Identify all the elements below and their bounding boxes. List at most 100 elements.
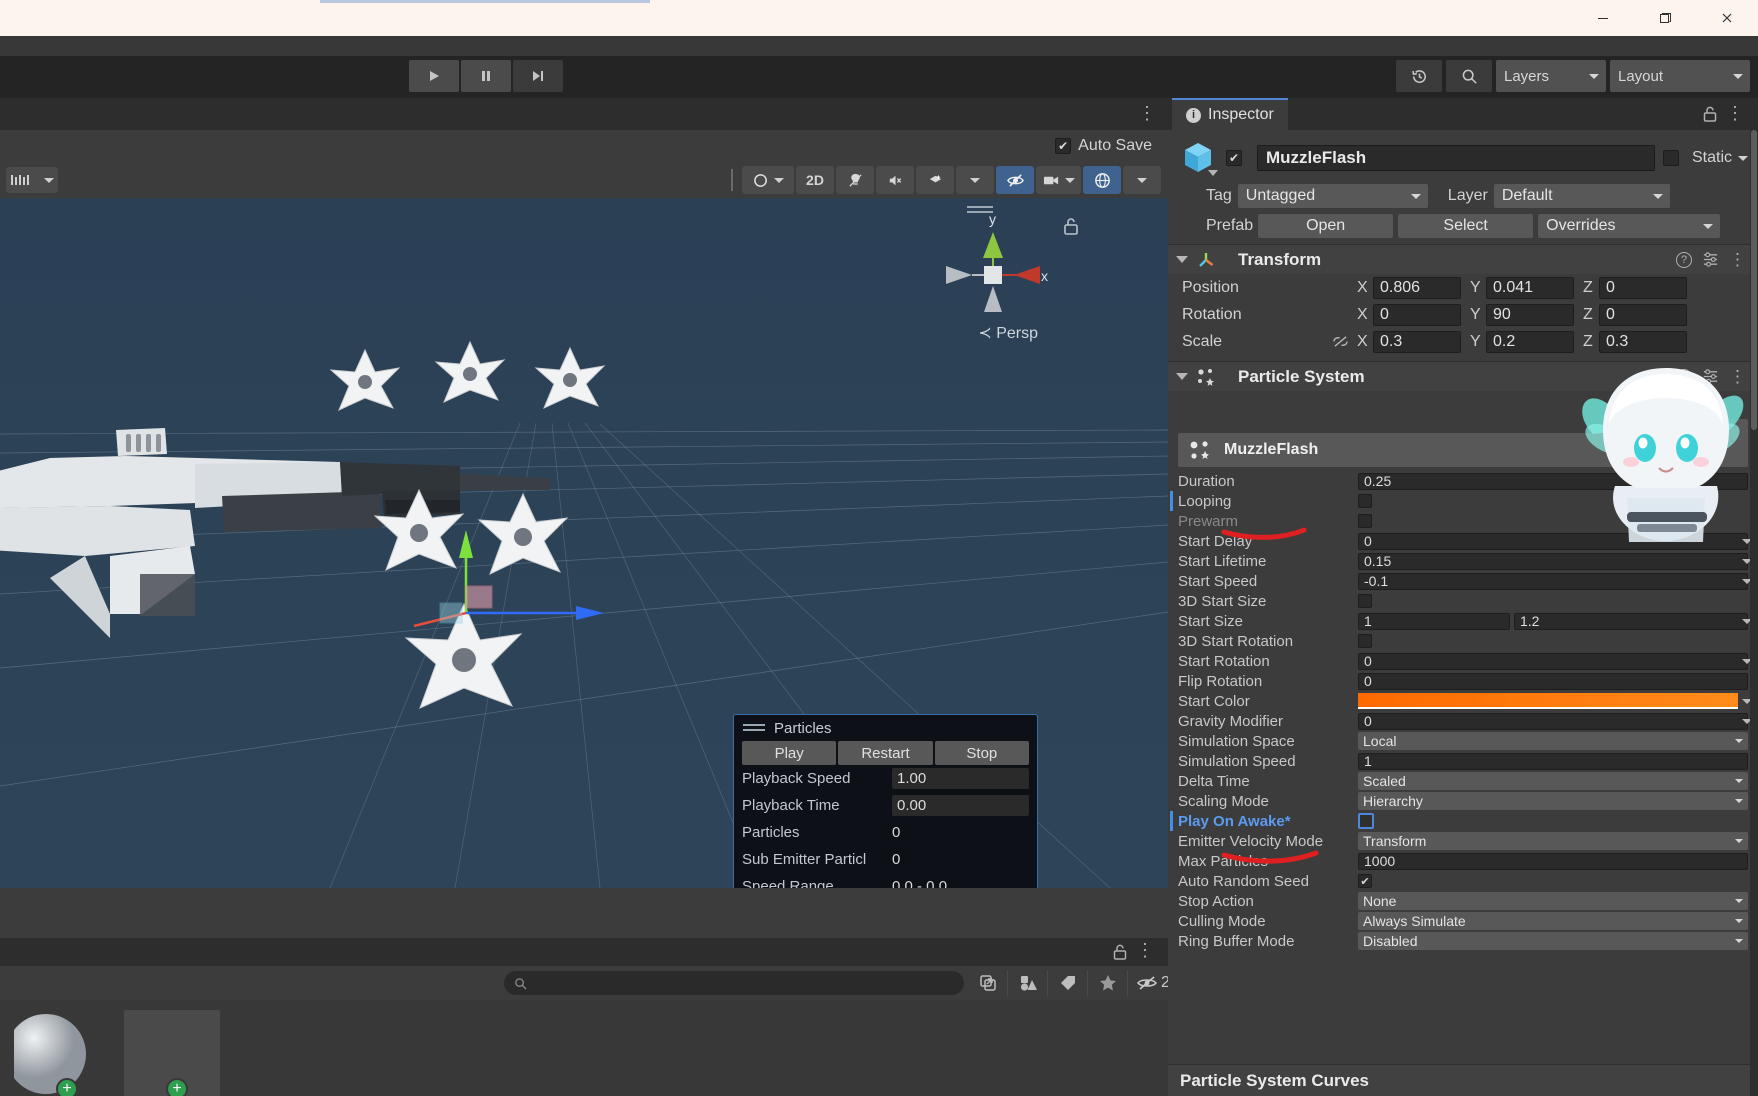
effects-icon[interactable]: [916, 166, 954, 194]
help-icon[interactable]: ?: [1676, 251, 1692, 268]
lighting-icon[interactable]: [836, 166, 874, 194]
particles-restart-button[interactable]: Restart: [838, 741, 933, 765]
static-checkbox[interactable]: [1662, 150, 1679, 166]
ps-input-start-size-min[interactable]: 1: [1358, 612, 1510, 630]
project-search-input[interactable]: [504, 971, 964, 995]
chevron-down-icon[interactable]: [1176, 256, 1188, 263]
gizmos-dropdown[interactable]: [1123, 166, 1161, 194]
particles-overlay-header[interactable]: Particles: [734, 715, 1037, 741]
ps-input-flip-rotation[interactable]: 0: [1358, 672, 1748, 690]
prefab-select-button[interactable]: Select: [1398, 214, 1534, 238]
preset-icon[interactable]: [1702, 251, 1719, 268]
draw-mode-dropdown[interactable]: [742, 166, 794, 194]
effects-dropdown[interactable]: [956, 166, 994, 194]
toggle-2d-button[interactable]: 2D: [796, 166, 834, 194]
chevron-down-icon[interactable]: [1208, 170, 1218, 176]
prefab-overrides-dropdown[interactable]: Overrides: [1538, 214, 1721, 238]
transform-rotation-x-input[interactable]: 0: [1373, 303, 1461, 326]
ps-checkbox-prewarm[interactable]: [1358, 514, 1372, 528]
particles-play-button[interactable]: Play: [742, 741, 837, 765]
ps-input-start-size-max[interactable]: 1.2: [1514, 612, 1748, 630]
ps-dropdown-stop-action[interactable]: None: [1358, 892, 1748, 910]
layer-dropdown[interactable]: Default: [1493, 184, 1670, 208]
ps-input-gravity-modifier[interactable]: 0: [1358, 712, 1748, 730]
inspector-scrollbar[interactable]: [1750, 130, 1758, 1096]
ps-checkbox-3d-start-rotation[interactable]: [1358, 634, 1372, 648]
lock-open-icon[interactable]: [1112, 943, 1128, 961]
transform-scale-x-input[interactable]: 0.3: [1373, 330, 1461, 353]
tag-dropdown[interactable]: Untagged: [1237, 184, 1428, 208]
ps-dropdown-emitter-velocity-mode[interactable]: Transform: [1358, 832, 1748, 850]
scene-visibility-icon[interactable]: [996, 166, 1034, 194]
camera-icon[interactable]: [1036, 166, 1081, 194]
gameobject-name-input[interactable]: MuzzleFlash: [1257, 145, 1655, 171]
gizmos-icon[interactable]: [1083, 166, 1121, 194]
transform-position-y-input[interactable]: 0.041: [1486, 276, 1574, 299]
ps-checkbox-3d-start-size[interactable]: [1358, 594, 1372, 608]
ps-dropdown-simulation-space[interactable]: Local: [1358, 732, 1748, 750]
ps-input-start-speed[interactable]: -0.1: [1358, 572, 1748, 590]
close-button[interactable]: [1696, 0, 1758, 36]
drag-handle-icon[interactable]: [743, 724, 765, 732]
ps-color-swatch-start-color[interactable]: [1358, 693, 1738, 709]
particles-overlay-panel[interactable]: Particles Play Restart Stop Playback Spe…: [733, 714, 1038, 888]
ps-input-max-particles[interactable]: 1000: [1358, 852, 1748, 870]
move-gizmo[interactable]: [380, 428, 640, 628]
transform-position-z-input[interactable]: 0: [1599, 276, 1687, 299]
ps-input-simulation-speed[interactable]: 1: [1358, 752, 1748, 770]
playback-speed-input[interactable]: 1.00: [892, 768, 1029, 789]
asset-item[interactable]: +: [124, 1010, 220, 1096]
history-icon[interactable]: [1396, 60, 1442, 92]
transform-scale-y-input[interactable]: 0.2: [1486, 330, 1574, 353]
ps-checkbox-looping[interactable]: [1358, 494, 1372, 508]
transform-rotation-z-input[interactable]: 0: [1599, 303, 1687, 326]
scale-link-off-icon[interactable]: [1332, 334, 1349, 349]
pause-button[interactable]: [461, 60, 511, 92]
playback-time-input[interactable]: 0.00: [892, 795, 1029, 816]
tool-settings-dropdown[interactable]: [6, 167, 58, 193]
save-icon[interactable]: [968, 970, 1008, 996]
star-icon[interactable]: [1088, 970, 1128, 996]
ps-dropdown-culling-mode[interactable]: Always Simulate: [1358, 912, 1748, 930]
chevron-down-icon[interactable]: [1176, 373, 1188, 380]
ps-dropdown-scaling-mode[interactable]: Hierarchy: [1358, 792, 1748, 810]
ps-input-start-rotation[interactable]: 0: [1358, 652, 1748, 670]
maximize-button[interactable]: [1634, 0, 1696, 36]
asset-item[interactable]: +: [6, 1010, 110, 1096]
gameobject-enabled-checkbox[interactable]: [1226, 150, 1242, 166]
transform-component-header[interactable]: Transform ? ⋮: [1168, 244, 1758, 274]
audio-mute-icon[interactable]: [876, 166, 914, 194]
play-button[interactable]: [409, 60, 459, 92]
kebab-menu-icon[interactable]: ⋮: [1136, 940, 1154, 961]
scene-axis-gizmo[interactable]: y x: [940, 208, 1050, 328]
kebab-menu-icon[interactable]: ⋮: [1729, 251, 1746, 268]
prefab-open-button[interactable]: Open: [1258, 214, 1394, 238]
lock-open-icon[interactable]: [1702, 105, 1718, 123]
kebab-menu-icon[interactable]: ⋮: [1726, 103, 1744, 124]
scene-viewport[interactable]: y x ≺ Persp Particles Play Restart Stop …: [0, 198, 1168, 888]
kebab-menu-icon[interactable]: ⋮: [1138, 104, 1156, 122]
step-button[interactable]: [513, 60, 563, 92]
project-asset-grid[interactable]: + +: [0, 1000, 1168, 1096]
transform-rotation-y-input[interactable]: 90: [1486, 303, 1574, 326]
particle-system-curves-bar[interactable]: Particle System Curves: [1168, 1064, 1758, 1096]
add-asset-badge[interactable]: +: [166, 1078, 188, 1096]
shapes-icon[interactable]: [1008, 970, 1048, 996]
lock-open-icon[interactable]: [1062, 216, 1080, 236]
ps-checkbox-auto-random-seed[interactable]: [1358, 874, 1372, 888]
ps-dropdown-delta-time[interactable]: Scaled: [1358, 772, 1748, 790]
layers-dropdown[interactable]: Layers: [1496, 60, 1606, 92]
tab-inspector[interactable]: i Inspector: [1172, 98, 1288, 130]
cube-icon[interactable]: [1178, 138, 1218, 178]
layout-dropdown[interactable]: Layout: [1610, 60, 1750, 92]
particles-stop-button[interactable]: Stop: [934, 741, 1029, 765]
search-icon[interactable]: [1446, 60, 1492, 92]
perspective-label[interactable]: ≺ Persp: [978, 323, 1038, 343]
ps-dropdown-ring-buffer-mode[interactable]: Disabled: [1358, 932, 1748, 950]
minimize-button[interactable]: [1572, 0, 1634, 36]
transform-scale-z-input[interactable]: 0.3: [1599, 330, 1687, 353]
auto-save-checkbox[interactable]: [1055, 138, 1072, 154]
ps-checkbox-play-on-awake[interactable]: [1358, 813, 1374, 829]
chevron-down-icon[interactable]: [1738, 155, 1748, 161]
add-asset-badge[interactable]: +: [56, 1078, 78, 1096]
